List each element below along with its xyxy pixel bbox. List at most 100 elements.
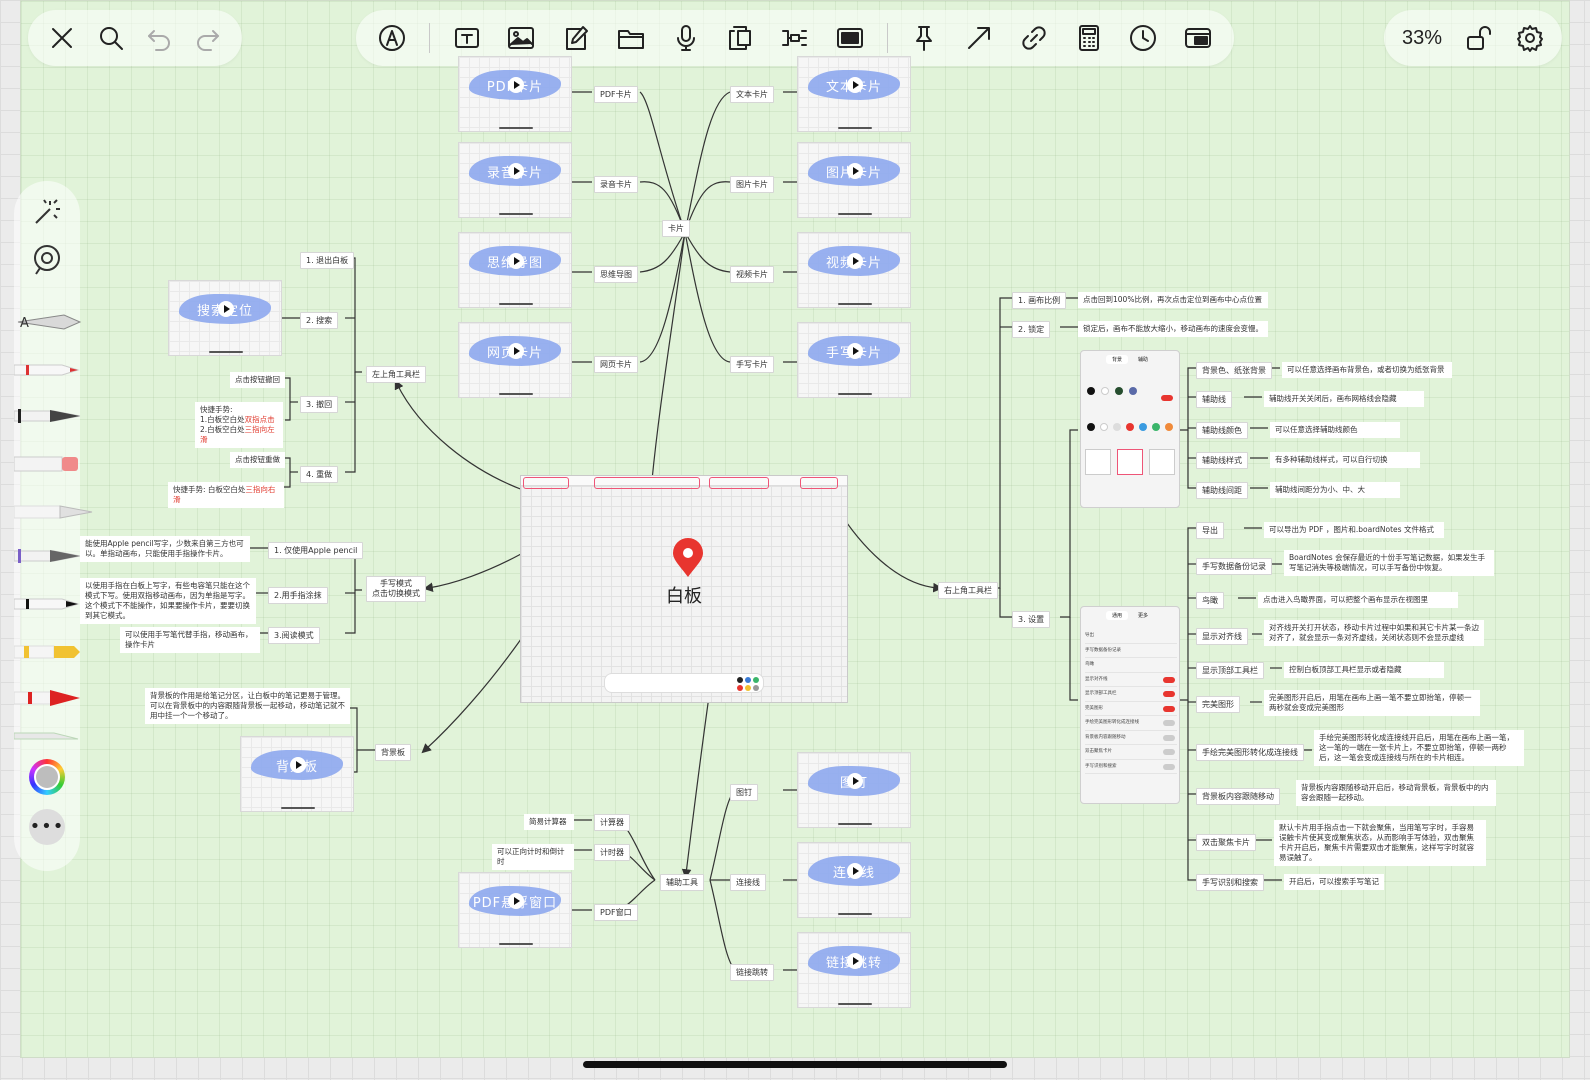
node-lock[interactable]: 2. 锁定 [1012,321,1051,338]
aux-pdf-window[interactable]: PDF窗口 [594,904,638,921]
video-card-thumb[interactable]: 思维导图 [458,232,572,308]
green-pen-icon[interactable] [14,731,84,741]
bg-setting-guide-spacing[interactable]: 辅助线间距 [1196,482,1248,499]
top-left-tools-hub[interactable]: 左上角工具栏 [366,366,426,383]
link-jump-thumb[interactable]: 链接跳转 [797,932,911,1008]
search-thumb[interactable]: 搜索定位 [168,280,282,356]
video-card-thumb[interactable]: 手写卡片 [797,322,911,398]
tab-guide[interactable]: 辅助 [1132,355,1154,364]
node-undo[interactable]: 3. 撤回 [300,396,339,413]
cards-hub-node[interactable]: 卡片 [662,220,690,237]
settings-list-row[interactable]: 手绘完美图形转化成连接线 [1085,716,1177,731]
setting-perfect-shape[interactable]: 完美图形 [1196,696,1240,713]
mindmap-icon[interactable] [773,16,817,60]
tab-general[interactable]: 通用 [1105,611,1128,620]
home-indicator[interactable] [583,1061,1007,1068]
arrow-icon[interactable] [957,16,1001,60]
window-icon[interactable] [1176,16,1220,60]
card-node-handwriting[interactable]: 手写卡片 [730,356,774,373]
background-board-hub[interactable]: 背景板 [375,744,411,761]
node-canvas-zoom[interactable]: 1. 画布比例 [1012,292,1067,309]
pencil-icon[interactable] [14,501,94,523]
card-node-web[interactable]: 网页卡片 [594,356,638,373]
toggle-switch[interactable] [1163,676,1175,683]
node-settings[interactable]: 3. 设置 [1012,611,1051,628]
screen-icon[interactable] [828,16,872,60]
play-icon[interactable] [508,77,524,93]
lasso-icon[interactable] [14,243,80,277]
play-icon[interactable] [847,343,863,359]
note-icon[interactable] [554,16,598,60]
node-exit[interactable]: 1. 退出白板 [300,252,355,269]
toggle-switch[interactable] [1163,720,1175,726]
play-icon[interactable] [508,253,524,269]
eraser-icon[interactable] [14,453,84,475]
center-whiteboard-preview[interactable]: 白板 [520,475,848,703]
toggle-switch[interactable] [1161,395,1173,401]
bg-setting-color[interactable]: 背景色、纸张背景 [1196,362,1272,379]
undo-icon[interactable] [137,16,181,60]
play-icon[interactable] [847,953,863,969]
pin-thumb[interactable]: 图钉 [797,752,911,828]
folder-icon[interactable] [609,16,653,60]
settings-list-row[interactable]: 双击聚焦卡片 [1085,745,1177,760]
video-card-thumb[interactable]: PDF卡片 [458,56,572,132]
play-icon[interactable] [508,343,524,359]
video-card-thumb[interactable]: 录音卡片 [458,142,572,218]
toggle-switch[interactable] [1163,705,1175,712]
guide-style-option[interactable] [1085,449,1111,475]
setting-double-tap-focus[interactable]: 双击聚焦卡片 [1196,834,1256,851]
setting-export[interactable]: 导出 [1196,522,1224,539]
setting-align-lines[interactable]: 显示对齐线 [1196,628,1248,645]
video-card-thumb[interactable]: 文本卡片 [797,56,911,132]
settings-list-row[interactable]: 鸟瞰 [1085,658,1177,673]
play-icon[interactable] [847,773,863,789]
bg-setting-guide-style[interactable]: 辅助线样式 [1196,452,1248,469]
guide-color-swatches[interactable] [1087,423,1173,431]
tab-more[interactable]: 更多 [1132,611,1154,620]
connector-thumb[interactable]: 连接线 [797,842,911,918]
red-pen-icon[interactable] [14,359,84,381]
settings-list-row[interactable]: 导出 [1085,629,1177,644]
play-icon[interactable] [847,863,863,879]
mode-pencil-only[interactable]: 1. 仅使用Apple pencil [268,542,364,559]
video-card-thumb[interactable]: 图片卡片 [797,142,911,218]
play-icon[interactable] [508,163,524,179]
lock-icon[interactable] [1457,16,1501,60]
settings-list-row[interactable]: 手写识别和搜索 [1085,760,1177,774]
tab-background[interactable]: 背景 [1105,355,1128,364]
mode-reading[interactable]: 3.阅读模式 [268,627,320,644]
search-icon[interactable] [89,16,133,60]
guide-style-option[interactable] [1117,449,1143,475]
image-icon[interactable] [499,16,543,60]
setting-top-toolbar[interactable]: 显示顶部工具栏 [1196,662,1264,679]
top-right-tools-hub[interactable]: 右上角工具栏 [938,582,998,599]
play-icon[interactable] [218,301,234,317]
handwriting-mode-hub[interactable]: 手写模式 点击切换模式 [366,576,426,602]
aux-link-jump[interactable]: 链接跳转 [730,964,774,981]
card-node-pdf[interactable]: PDF卡片 [594,86,638,103]
pin-icon[interactable] [902,16,946,60]
pdf-window-thumb[interactable]: PDF悬浮窗口 [458,872,572,948]
pen-mode-icon[interactable] [370,16,414,60]
guide-style-option[interactable] [1149,449,1175,475]
settings-list-row[interactable]: 显示顶部工具栏 [1085,687,1177,702]
mode-finger[interactable]: 2.用手指涂抹 [268,587,328,604]
purple-fountain-pen-icon[interactable] [14,545,84,567]
bg-settings-panel[interactable]: 背景 辅助 [1080,350,1180,508]
card-node-audio[interactable]: 录音卡片 [594,176,638,193]
video-card-thumb[interactable]: 视频卡片 [797,232,911,308]
clock-icon[interactable] [1121,16,1165,60]
color-wheel-icon[interactable] [14,759,80,795]
fountain-pen-icon[interactable] [14,405,84,427]
setting-overview[interactable]: 鸟瞰 [1196,592,1224,609]
close-icon[interactable] [40,16,84,60]
color-swatches[interactable] [1087,387,1137,395]
setting-bg-follow[interactable]: 背景板内容跟随移动 [1196,788,1280,805]
aux-calculator[interactable]: 计算器 [594,814,630,831]
toggle-switch[interactable] [1163,691,1175,697]
black-marker-icon[interactable] [14,593,84,615]
card-node-image[interactable]: 图片卡片 [730,176,774,193]
card-node-mindmap[interactable]: 思维导图 [594,266,638,283]
yellow-highlighter-icon[interactable] [14,641,84,663]
